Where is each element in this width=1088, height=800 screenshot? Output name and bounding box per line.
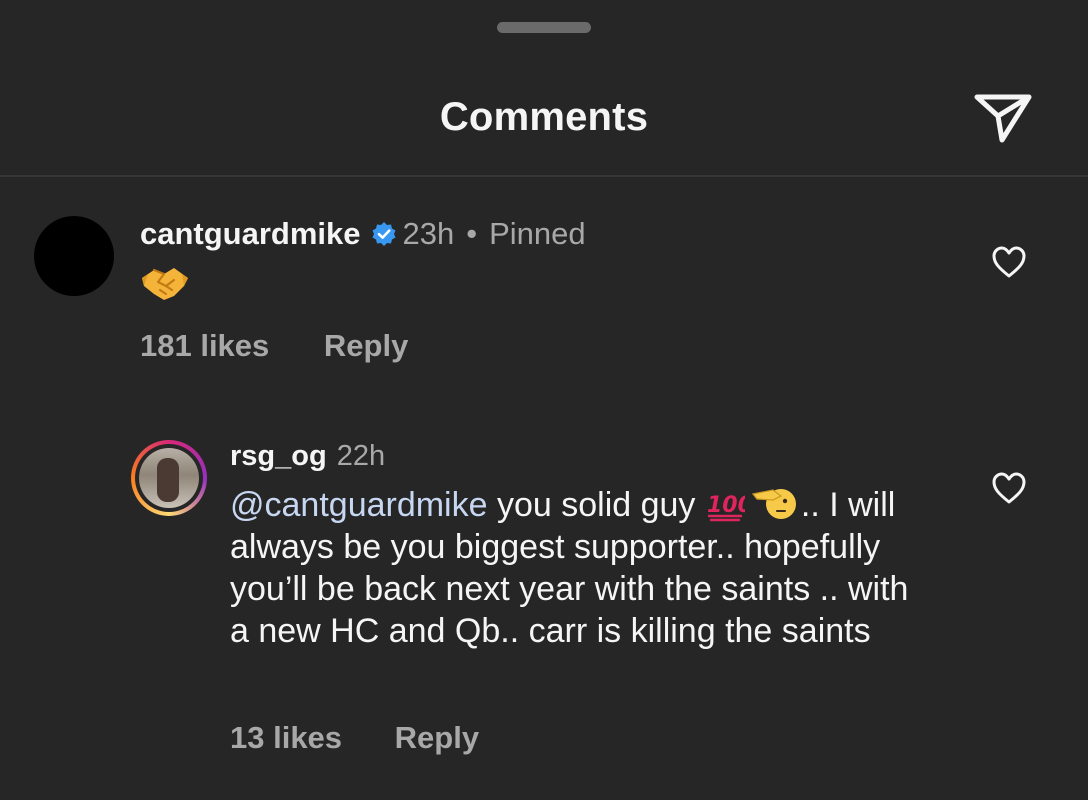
saluting-face-icon — [751, 489, 796, 519]
reply-reply-button[interactable]: Reply — [395, 720, 479, 756]
header-divider — [0, 175, 1088, 177]
reply-username[interactable]: rsg_og — [230, 440, 327, 473]
meta-separator: • — [466, 216, 478, 251]
reply-text-part-1: you solid guy — [487, 486, 705, 524]
heart-icon[interactable] — [991, 245, 1027, 279]
hundred-points-icon: 100 — [707, 493, 745, 522]
pinned-label: Pinned — [489, 216, 586, 251]
avatar-photo — [139, 448, 199, 508]
reply-header: rsg_og 22h — [230, 438, 385, 474]
likes-count[interactable]: 181 likes — [140, 328, 269, 364]
comment-username[interactable]: cantguardmike — [140, 216, 361, 252]
reply-actions: 13 likes Reply — [230, 720, 479, 756]
heart-icon[interactable] — [991, 471, 1027, 505]
paper-plane-icon[interactable] — [972, 88, 1034, 144]
verified-badge-icon — [372, 222, 396, 246]
page-title: Comments — [439, 95, 649, 139]
comment-header: cantguardmike 23h • Pinned — [140, 214, 586, 254]
reply-button[interactable]: Reply — [324, 328, 408, 364]
drag-handle[interactable] — [497, 22, 591, 33]
svg-text:100: 100 — [707, 493, 745, 518]
mention-link[interactable]: @cantguardmike — [230, 486, 488, 524]
comment-time: 23h — [402, 216, 455, 251]
reply-likes-count[interactable]: 13 likes — [230, 720, 342, 756]
comment-actions: 181 likes Reply — [140, 328, 408, 364]
comments-sheet: Comments cantguardmike 23h • Pinned 181 … — [0, 0, 1088, 800]
reply-avatar[interactable] — [131, 440, 207, 516]
reply-body: @cantguardmike you solid guy 100.. I wil… — [230, 484, 930, 652]
reply-time: 22h — [336, 439, 386, 472]
handshake-icon — [142, 268, 188, 300]
avatar[interactable] — [34, 216, 114, 296]
